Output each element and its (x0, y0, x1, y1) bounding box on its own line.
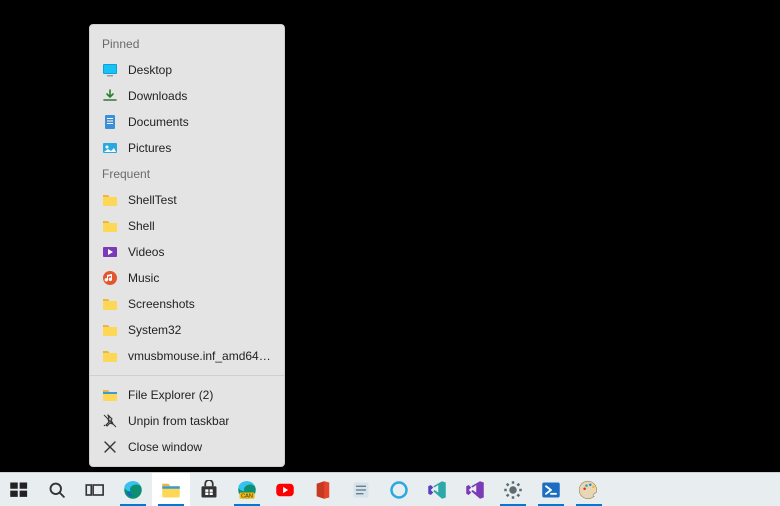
edge-icon (123, 480, 143, 500)
frequent-item-label: Shell (128, 219, 155, 233)
task-label: Close window (128, 440, 202, 454)
powershell-icon (541, 480, 561, 500)
taskbar-notepad[interactable] (342, 473, 380, 506)
frequent-item-music[interactable]: Music (90, 265, 284, 291)
frequent-item-system32[interactable]: System32 (90, 317, 284, 343)
frequent-item-shelltest[interactable]: ShellTest (90, 187, 284, 213)
cortana-icon (389, 480, 409, 500)
frequent-item-label: System32 (128, 323, 181, 337)
office-icon (313, 480, 333, 500)
file-explorer-icon (102, 387, 118, 403)
separator (90, 375, 284, 376)
search-button[interactable] (38, 473, 76, 506)
pinned-item-pictures[interactable]: Pictures (90, 135, 284, 161)
frequent-item-label: vmusbmouse.inf_amd64_64ac7a0a... (128, 349, 272, 363)
taskbar-edge-canary[interactable] (228, 473, 266, 506)
pinned-item-desktop[interactable]: Desktop (90, 57, 284, 83)
taskbar-paint[interactable] (570, 473, 608, 506)
visualstudio-icon (465, 480, 485, 500)
settings-icon (503, 480, 523, 500)
vs-preview-icon (427, 480, 447, 500)
taskbar-edge[interactable] (114, 473, 152, 506)
taskbar-settings[interactable] (494, 473, 532, 506)
download-icon (102, 88, 118, 104)
paint-icon (579, 480, 599, 500)
pinned-item-label: Documents (128, 115, 189, 129)
folder-icon (102, 348, 118, 364)
taskbar-cortana[interactable] (380, 473, 418, 506)
taskbar-file-explorer[interactable] (152, 473, 190, 506)
task-label: File Explorer (2) (128, 388, 213, 402)
pinned-item-label: Downloads (128, 89, 187, 103)
task-view-button[interactable] (76, 473, 114, 506)
folder-icon (102, 296, 118, 312)
pinned-item-downloads[interactable]: Downloads (90, 83, 284, 109)
frequent-item-shell[interactable]: Shell (90, 213, 284, 239)
folder-icon (102, 192, 118, 208)
pinned-item-label: Desktop (128, 63, 172, 77)
task-file-explorer[interactable]: File Explorer (2) (90, 382, 284, 408)
frequent-item-screenshots[interactable]: Screenshots (90, 291, 284, 317)
file-explorer-icon (161, 480, 181, 500)
unpin-icon (102, 413, 118, 429)
frequent-item-label: Screenshots (128, 297, 195, 311)
folder-icon (102, 322, 118, 338)
windows-icon (9, 480, 29, 500)
taskbar-powershell[interactable] (532, 473, 570, 506)
youtube-icon (275, 480, 295, 500)
taskview-icon (85, 480, 105, 500)
task-label: Unpin from taskbar (128, 414, 229, 428)
frequent-item-vmusbmouse[interactable]: vmusbmouse.inf_amd64_64ac7a0a... (90, 343, 284, 369)
folder-icon (102, 218, 118, 234)
frequent-item-label: Music (128, 271, 159, 285)
pinned-header: Pinned (90, 31, 284, 57)
store-icon (199, 480, 219, 500)
file-explorer-jumplist: Pinned Desktop Downloads Documents Pictu… (89, 24, 285, 467)
desktop-icon (102, 62, 118, 78)
frequent-item-videos[interactable]: Videos (90, 239, 284, 265)
pinned-item-label: Pictures (128, 141, 171, 155)
document-icon (102, 114, 118, 130)
taskbar-youtube[interactable] (266, 473, 304, 506)
frequent-item-label: ShellTest (128, 193, 177, 207)
close-icon (102, 439, 118, 455)
taskbar-store[interactable] (190, 473, 228, 506)
taskbar-vs-preview[interactable] (418, 473, 456, 506)
pictures-icon (102, 140, 118, 156)
search-icon (47, 480, 67, 500)
taskbar-visual-studio[interactable] (456, 473, 494, 506)
task-close-window[interactable]: Close window (90, 434, 284, 460)
music-icon (102, 270, 118, 286)
taskbar (0, 472, 780, 506)
task-unpin[interactable]: Unpin from taskbar (90, 408, 284, 434)
frequent-header: Frequent (90, 161, 284, 187)
videos-icon (102, 244, 118, 260)
start-button[interactable] (0, 473, 38, 506)
edge-canary-icon (237, 480, 257, 500)
taskbar-office[interactable] (304, 473, 342, 506)
frequent-item-label: Videos (128, 245, 164, 259)
pinned-item-documents[interactable]: Documents (90, 109, 284, 135)
notepad-icon (351, 480, 371, 500)
